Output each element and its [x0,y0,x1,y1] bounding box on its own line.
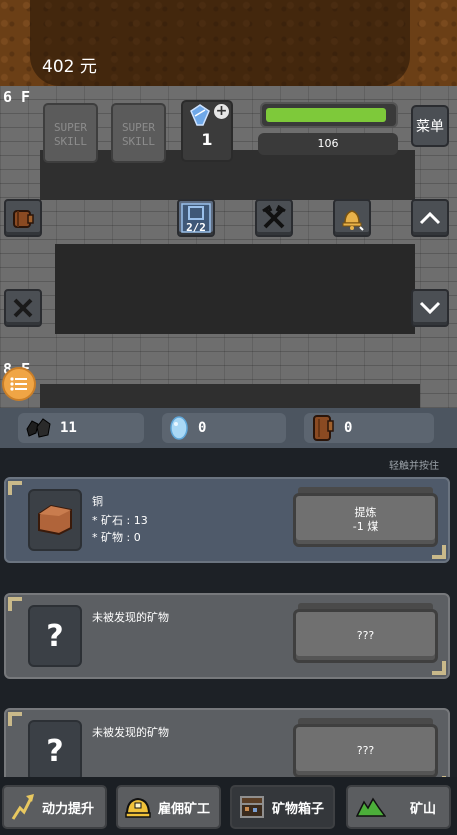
card-corner [8,712,22,726]
copper-ore-icon [38,504,72,536]
gem-counter[interactable]: + 1 [181,100,233,162]
backpack-icon [13,210,34,228]
auto-mine-button[interactable] [4,289,42,327]
ore-stat-ore: * 矿石 : 13 [92,514,148,527]
crossed-pickaxes-icon [262,205,286,229]
health-bar-fill [266,108,386,122]
card-corner [432,661,446,675]
bell-button[interactable] [333,199,371,237]
bell-icon [342,210,364,231]
bottom-nav: 动力提升 雇佣矿工 矿物箱子 矿山 [0,777,457,835]
menu-button[interactable]: 菜单 [411,105,449,147]
card-corner [8,481,22,495]
health-bar [260,102,398,128]
mountain-grass-icon [356,797,386,817]
locked-ore-button[interactable]: ??? [293,724,438,778]
nav-power-boost[interactable]: 动力提升 [2,785,107,829]
locked-ore-button-label: ??? [356,744,375,757]
crystal-count: 0 [198,420,207,436]
ore-name: 铜 [92,495,103,508]
nav-label: 矿山 [410,801,437,817]
miners-card-button[interactable]: 2/2 [177,199,215,237]
resource-wood: 0 [304,413,434,443]
floor-down-button[interactable] [411,289,449,327]
ore-name: 未被发现的矿物 [92,611,169,624]
coal-count: 11 [60,420,77,436]
ore-name: 未被发现的矿物 [92,726,169,739]
ore-image-frame: ? [28,605,82,667]
wood-count: 0 [344,420,353,436]
miners-card-count: 2/2 [186,221,206,234]
card-corner [8,597,22,611]
locked-ore-button-label: ??? [356,629,375,642]
chevron-up-icon [419,211,441,225]
ore-image-frame [28,489,82,551]
card-corner [432,545,446,559]
wood-log-icon [313,415,334,441]
resource-crystal: 0 [162,413,286,443]
ore-card-unknown[interactable]: ? 未被发现的矿物 ??? [4,593,450,679]
nav-mountain[interactable]: 矿山 [346,785,451,829]
resource-bar: 11 0 0 [0,408,457,448]
ore-stat-mineral: * 矿物 : 0 [92,531,141,544]
ore-card-copper[interactable]: 铜 * 矿石 : 13 * 矿物 : 0 提炼 -1 煤 [4,477,450,563]
nav-hire-miners[interactable]: 雇佣矿工 [116,785,221,829]
list-icon [10,377,27,391]
nav-label: 矿物箱子 [272,801,325,817]
refine-button[interactable]: 提炼 -1 煤 [293,493,438,547]
gem-count: 1 [201,130,213,149]
nav-label: 动力提升 [42,801,95,817]
unknown-ore-icon: ? [46,733,64,769]
ore-image-frame: ? [28,720,82,782]
locked-ore-button[interactable]: ??? [293,609,438,663]
mine-scene[interactable]: 402 元 6 F 8 F SUPER SKILL SUPER SKILL + … [0,0,457,408]
list-menu-button[interactable] [2,367,36,401]
refine-cost: -1 煤 [352,520,379,533]
super-skill-button[interactable]: SUPER SKILL [111,103,166,163]
resource-coal: 11 [18,413,144,443]
money-display: 402 元 [42,57,97,77]
miner-helmet-icon [125,797,151,818]
tunnel-shadow [55,244,415,334]
crystal-icon [170,416,188,440]
refine-label: 提炼 [354,506,377,519]
tunnel-shadow [40,384,420,408]
game-screen: 402 元 6 F 8 F SUPER SKILL SUPER SKILL + … [0,0,457,835]
health-value: 106 [258,133,398,155]
floor-up-button[interactable] [411,199,449,237]
backpack-button[interactable] [4,199,42,237]
floor-label-current: 6 F [3,88,31,106]
add-gem-button[interactable]: + [214,104,229,119]
nav-label: 雇佣矿工 [158,801,211,817]
super-skill-button[interactable]: SUPER SKILL [43,103,98,163]
chevron-down-icon [419,301,441,315]
crossed-picks-button[interactable] [255,199,293,237]
gem-icon [190,104,210,126]
power-arrow-icon [11,794,34,820]
pickaxe-x-icon [13,298,33,318]
coal-icon [26,418,51,438]
hold-hint: 轻触并按住 [389,461,439,472]
unknown-ore-icon: ? [46,618,64,654]
chest-icon [240,796,264,818]
nav-mineral-chest[interactable]: 矿物箱子 [230,785,335,829]
